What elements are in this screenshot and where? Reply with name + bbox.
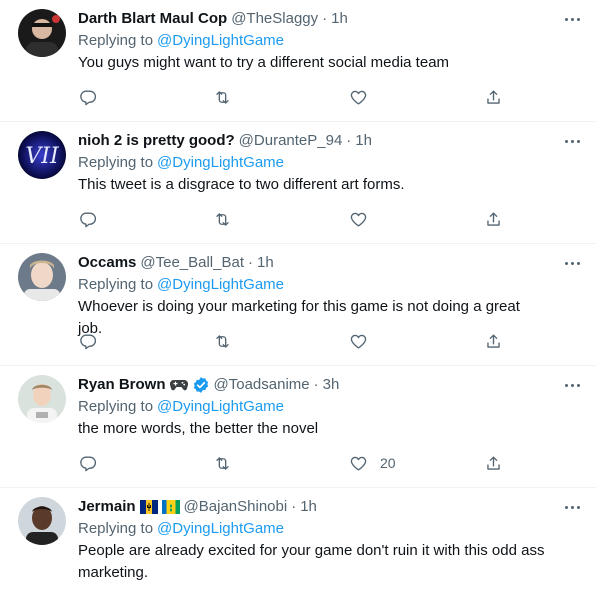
- tweet-4[interactable]: Ryan Brown @Toadsanime · 3h Replying to @…: [0, 366, 596, 488]
- replying-to-label: Replying to: [78, 520, 154, 537]
- st-vincent-flag: [161, 500, 180, 514]
- avatar[interactable]: VII: [18, 131, 66, 179]
- tweet-actions: 20: [78, 452, 508, 474]
- display-name[interactable]: Jermain: [78, 497, 136, 517]
- reply-button[interactable]: [78, 452, 97, 474]
- retweet-button[interactable]: [213, 452, 232, 474]
- more-options-icon[interactable]: [562, 258, 582, 268]
- share-button[interactable]: [484, 86, 503, 108]
- reply-icon: [80, 89, 97, 105]
- replying-to-link[interactable]: @DyingLightGame: [157, 398, 284, 415]
- replying-to-label: Replying to: [78, 32, 154, 49]
- timestamp[interactable]: 1h: [257, 253, 274, 273]
- timestamp[interactable]: 3h: [323, 375, 340, 395]
- tweet-actions: [78, 208, 508, 230]
- display-name[interactable]: Occams: [78, 253, 136, 273]
- display-name[interactable]: Darth Blart Maul Cop: [78, 9, 227, 29]
- timestamp[interactable]: 1h: [300, 497, 317, 517]
- share-icon: [487, 211, 500, 226]
- like-button[interactable]: [349, 208, 368, 230]
- barbados-flag: [139, 500, 158, 514]
- gamepad-emoji: [169, 378, 188, 392]
- replying-to-link[interactable]: @DyingLightGame: [157, 154, 284, 171]
- like-button[interactable]: [349, 86, 368, 108]
- heart-icon: [350, 456, 367, 471]
- user-handle[interactable]: @BajanShinobi: [184, 497, 288, 517]
- tweet-5[interactable]: Jermain @BajanShinobi · 1h Replying to @D…: [0, 488, 596, 596]
- reply-button[interactable]: [78, 86, 97, 108]
- replying-to-label: Replying to: [78, 398, 154, 415]
- share-button[interactable]: [484, 452, 503, 474]
- avatar[interactable]: [18, 9, 66, 57]
- heart-icon: [350, 334, 367, 349]
- share-icon: [487, 89, 500, 104]
- timestamp[interactable]: 1h: [331, 9, 348, 29]
- replying-to-label: Replying to: [78, 154, 154, 171]
- avatar[interactable]: [18, 497, 66, 545]
- retweet-button[interactable]: [213, 330, 232, 352]
- tweet-actions: [78, 86, 508, 108]
- retweet-icon: [216, 334, 229, 348]
- tweet-text: You guys might want to try a different s…: [78, 54, 450, 71]
- share-button[interactable]: [484, 208, 503, 230]
- replying-to-link[interactable]: @DyingLightGame: [157, 520, 284, 537]
- reply-icon: [80, 333, 97, 349]
- tweet-text: the more words, the better the novel: [78, 420, 319, 437]
- retweet-icon: [216, 90, 229, 104]
- user-handle[interactable]: @TheSlaggy: [231, 9, 318, 29]
- more-options-icon[interactable]: [562, 14, 582, 24]
- more-options-icon[interactable]: [562, 136, 582, 146]
- reply-button[interactable]: [78, 330, 97, 352]
- separator-dot: ·: [346, 132, 352, 149]
- replying-to-link[interactable]: @DyingLightGame: [157, 276, 284, 293]
- display-name[interactable]: Ryan Brown: [78, 375, 166, 395]
- replying-to-label: Replying to: [78, 276, 154, 293]
- tweet-actions: [78, 330, 508, 352]
- tweet-text: This tweet is a disgrace to two differen…: [78, 176, 405, 193]
- avatar[interactable]: [18, 253, 66, 301]
- tweet-3[interactable]: Occams @Tee_Ball_Bat · 1h Replying to @Dy…: [0, 244, 596, 366]
- user-handle[interactable]: @DuranteP_94: [239, 131, 343, 151]
- retweet-button[interactable]: [213, 86, 232, 108]
- heart-icon: [350, 90, 367, 105]
- reply-icon: [80, 211, 97, 227]
- timestamp[interactable]: 1h: [355, 131, 372, 151]
- more-options-icon[interactable]: [562, 502, 582, 512]
- like-button[interactable]: 20: [349, 452, 396, 474]
- verified-badge[interactable]: [192, 376, 210, 394]
- retweet-icon: [216, 456, 229, 470]
- separator-dot: ·: [248, 254, 253, 271]
- avatar[interactable]: [18, 375, 66, 423]
- retweet-button[interactable]: [213, 208, 232, 230]
- share-icon: [487, 333, 500, 348]
- user-handle[interactable]: @Toadsanime: [214, 375, 310, 395]
- heart-icon: [350, 212, 367, 227]
- replying-to-link[interactable]: @DyingLightGame: [157, 32, 284, 49]
- share-icon: [487, 455, 500, 470]
- retweet-icon: [216, 212, 229, 226]
- reply-button[interactable]: [78, 208, 97, 230]
- separator-dot: ·: [313, 376, 319, 393]
- tweet-1[interactable]: Darth Blart Maul Cop @TheSlaggy · 1h Rep…: [0, 0, 596, 122]
- share-button[interactable]: [484, 330, 503, 352]
- reply-icon: [80, 455, 97, 471]
- like-count: 20: [380, 455, 396, 471]
- display-name[interactable]: nioh 2 is pretty good?: [78, 131, 235, 151]
- separator-dot: ·: [291, 498, 297, 515]
- like-button[interactable]: [349, 330, 368, 352]
- user-handle[interactable]: @Tee_Ball_Bat: [140, 253, 244, 273]
- tweet-text-line-1: People are already excited for your game…: [78, 542, 545, 559]
- tweet-2[interactable]: VII nioh 2 is pretty good? @DuranteP_94 …: [0, 122, 596, 244]
- tweet-text-line-2: marketing.: [78, 564, 149, 581]
- reply-feed: Darth Blart Maul Cop @TheSlaggy · 1h Rep…: [0, 0, 596, 596]
- separator-dot: ·: [322, 10, 328, 27]
- avatar-text: VII: [25, 144, 60, 169]
- more-options-icon[interactable]: [562, 380, 582, 390]
